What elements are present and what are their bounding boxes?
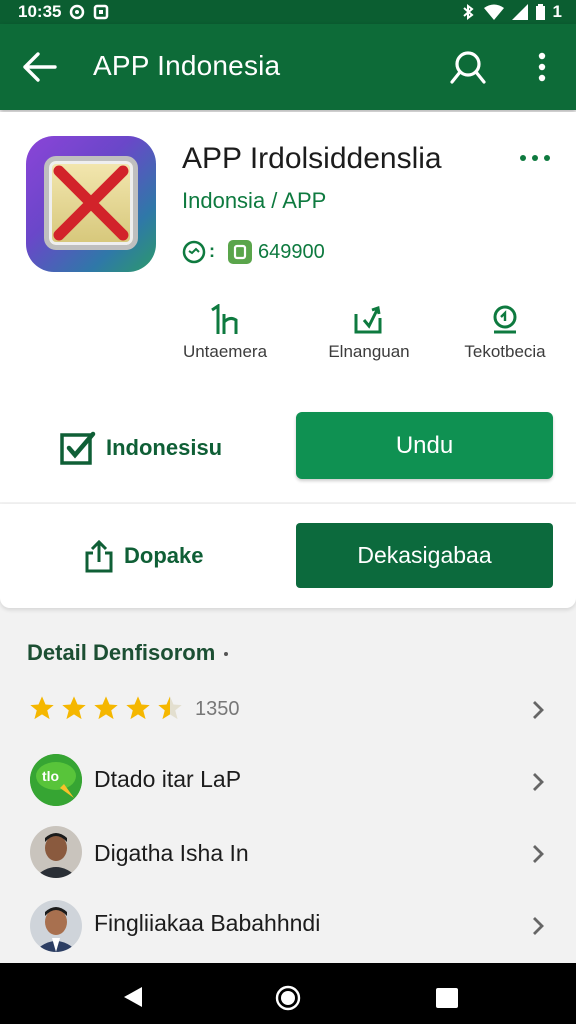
x-mark-icon [53,165,129,241]
status-bar: 10:35 1 [0,0,576,24]
list-item[interactable]: Digatha Isha In [0,822,576,884]
battery-level: 1 [552,2,562,21]
battery-icon [535,4,545,20]
notification-icon [94,4,109,20]
stat-item-2[interactable]: Elnanguan [304,304,434,362]
cell-signal-icon [511,4,528,20]
download-icon [354,306,382,334]
star-full-icon [62,696,86,720]
person-avatar [30,900,82,952]
list-item-label: Fingliiakaa Babahhndi [94,910,321,936]
stat-label: Elnanguan [328,342,410,361]
more-vert-icon[interactable] [530,50,554,86]
rating-row[interactable]: 1350 [0,680,576,742]
star-half-icon [158,696,182,720]
app-name: APP Irdolsiddenslia [182,142,442,175]
app-icon-frame [44,156,138,250]
chat-bubble-icon: tlo [30,754,82,806]
chevron-right-icon [533,773,544,791]
app-bar: APP Indonesia [0,24,576,110]
install-button[interactable]: Undu [296,412,553,479]
more-horiz-icon[interactable] [518,148,552,168]
stat-item-1[interactable]: Untaemera [160,304,290,362]
downloads-count: 649900 [258,241,325,263]
chevron-right-icon [533,845,544,863]
bar-chart-icon [211,304,238,334]
list-item[interactable]: Fingliiakaa Babahhndi [0,894,576,956]
open-button[interactable]: Dekasigabaa [296,523,553,588]
chat-bubble-text: tlo [42,768,59,784]
star-full-icon [30,696,54,720]
chevron-right-icon [533,701,544,719]
stat-label: Tekotbecia [464,342,546,361]
search-icon[interactable] [448,48,488,88]
developer-link[interactable]: Indonsia / APP [182,188,326,214]
wifi-icon [483,4,504,20]
list-item-label: Digatha Isha In [94,840,249,866]
nav-home-icon[interactable] [275,985,301,1011]
badge-icon [493,305,517,334]
downloads-icon [228,240,252,264]
checkbox-checked-icon [60,431,96,465]
nav-back-icon[interactable] [122,985,144,1009]
share-icon [85,539,113,573]
rating-separator: : [209,241,215,261]
stat-label: Untaemera [182,342,268,361]
list-item[interactable]: tlo Dtado itar LaP [0,750,576,812]
check-button[interactable]: Indonesisu [60,428,222,468]
star-full-icon [94,696,118,720]
rating-count: 1350 [195,698,240,720]
bluetooth-icon [462,4,474,20]
status-time: 10:35 [18,2,62,21]
section-title-mark [224,652,228,656]
sync-icon [70,4,85,20]
person-avatar [30,826,82,878]
rating-badge-icon [182,240,206,264]
app-icon [26,136,156,272]
share-button-label: Dopake [124,543,204,568]
check-button-label: Indonesisu [106,435,223,460]
share-button[interactable]: Dopake [84,536,203,576]
back-arrow-icon[interactable] [22,50,58,84]
rating-stars [27,694,185,722]
list-item-label: Dtado itar LaP [94,766,242,792]
stat-item-3[interactable]: Tekotbecia [440,304,570,362]
nav-recents-icon[interactable] [436,988,458,1008]
page-title: APP Indonesia [93,50,281,81]
chevron-right-icon [533,917,544,935]
star-full-icon [126,696,150,720]
section-title: Detail Denfisorom [27,640,216,665]
